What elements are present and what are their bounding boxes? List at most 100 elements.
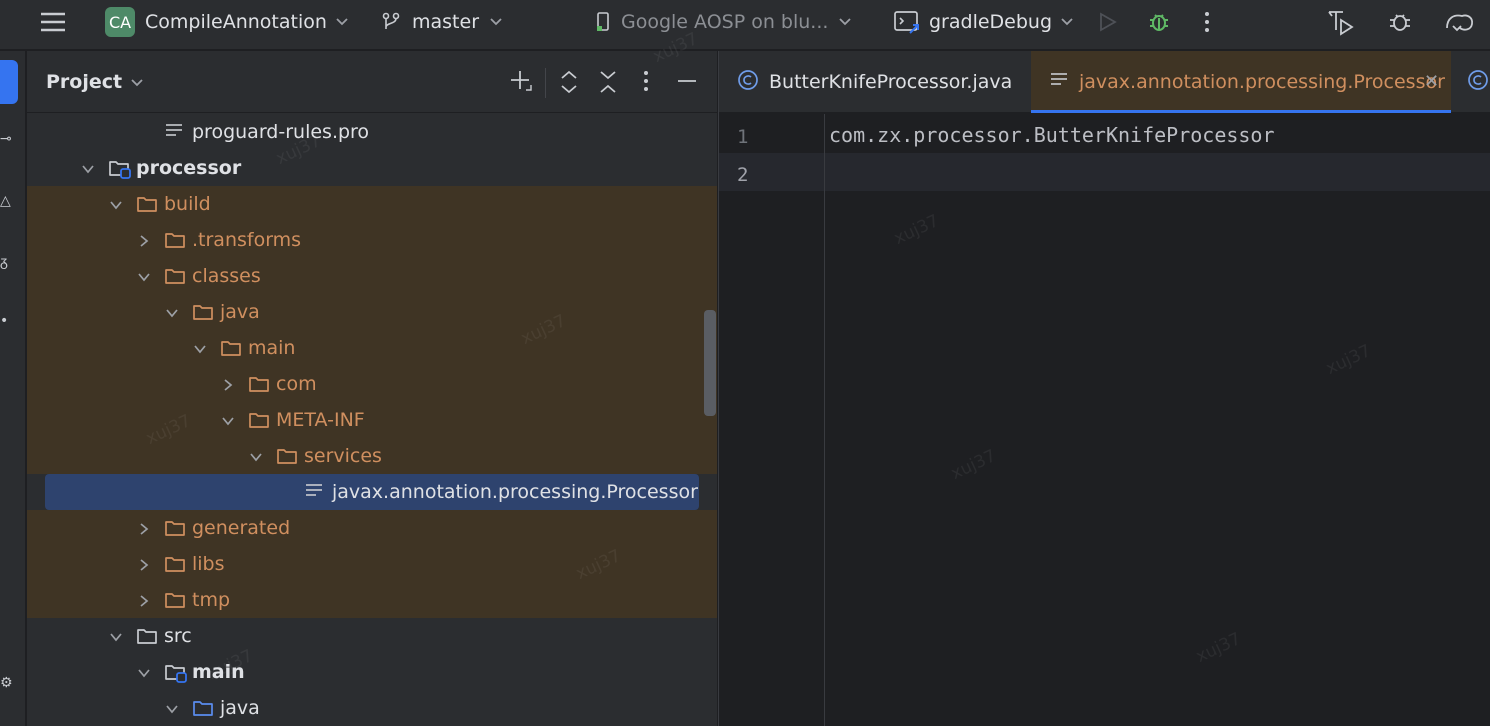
- tree-node-label: services: [304, 445, 382, 467]
- chevron-down-icon[interactable]: [164, 700, 180, 716]
- tree-node-generated[interactable]: generated: [27, 510, 717, 546]
- chevron-down-icon: [489, 17, 503, 27]
- hide-panel-icon[interactable]: [676, 69, 698, 98]
- code-with-me-icon[interactable]: [1326, 0, 1356, 44]
- header-divider: [545, 68, 546, 98]
- excluded-folder-icon: [164, 554, 186, 574]
- chevron-down-icon[interactable]: [192, 340, 208, 356]
- tree-node-meta-inf[interactable]: META-INF: [27, 402, 717, 438]
- tree-node-main[interactable]: main: [27, 654, 717, 690]
- editor-tab-bar: ButterKnifeProcessor.java javax.annotati…: [719, 51, 1490, 113]
- chevron-down-icon: [1060, 17, 1074, 27]
- tree-node-label: javax.annotation.processing.Processor: [332, 481, 698, 503]
- chevron-right-icon[interactable]: [136, 556, 152, 572]
- tree-node-java[interactable]: java: [27, 294, 717, 330]
- tree-node-transforms[interactable]: .transforms: [27, 222, 717, 258]
- debug-icon[interactable]: [1146, 0, 1172, 44]
- chevron-right-icon[interactable]: [136, 520, 152, 536]
- run-config-name: gradleDebug: [929, 11, 1053, 33]
- tree-node-main[interactable]: main: [27, 330, 717, 366]
- vcs-branch-widget[interactable]: master: [380, 0, 503, 44]
- branch-name: master: [412, 11, 480, 33]
- excluded-folder-icon: [192, 302, 214, 322]
- tree-node-src[interactable]: src: [27, 618, 717, 654]
- class-icon: [737, 69, 759, 96]
- excluded-folder-icon: [164, 590, 186, 610]
- build-tool-icon[interactable]: △: [0, 193, 14, 209]
- gradle-config-icon: [893, 9, 921, 35]
- project-panel-title: Project: [46, 71, 123, 93]
- project-switcher[interactable]: CompileAnnotation: [145, 0, 349, 44]
- tree-node-tmp[interactable]: tmp: [27, 582, 717, 618]
- tree-node-label: main: [192, 661, 245, 683]
- active-tab-indicator: [1031, 110, 1451, 113]
- code-line[interactable]: com.zx.processor.ButterKnifeProcessor: [829, 123, 1275, 147]
- tab-overflow-class[interactable]: [1467, 51, 1489, 113]
- project-badge[interactable]: CA: [105, 7, 135, 37]
- pull-requests-tool-icon[interactable]: ᵹ: [0, 253, 14, 270]
- chevron-down-icon[interactable]: [248, 448, 264, 464]
- tree-node-label: libs: [192, 553, 225, 575]
- text-file-icon: [1049, 71, 1069, 94]
- source-folder-icon: [192, 698, 214, 718]
- tree-node-label: META-INF: [276, 409, 365, 431]
- tree-node-classes[interactable]: classes: [27, 258, 717, 294]
- options-icon[interactable]: [641, 69, 651, 98]
- tree-node-label: build: [164, 193, 211, 215]
- line-number: 2: [737, 164, 749, 186]
- tree-node-com[interactable]: com: [27, 366, 717, 402]
- main-menu-icon[interactable]: [38, 0, 68, 44]
- tree-node-label: classes: [192, 265, 261, 287]
- tree-node-label: java: [220, 301, 260, 323]
- tab-label: javax.annotation.processing.Processor: [1079, 71, 1445, 93]
- excluded-folder-icon: [164, 266, 186, 286]
- tree-node-label: generated: [192, 517, 291, 539]
- tab-butterknife-processor[interactable]: ButterKnifeProcessor.java: [737, 51, 1012, 113]
- chevron-down-icon[interactable]: [220, 412, 236, 428]
- project-tool-button[interactable]: [0, 60, 18, 104]
- chevron-down-icon: [335, 17, 349, 27]
- chevron-down-icon[interactable]: [80, 160, 96, 176]
- line-number-gutter[interactable]: 1 2: [719, 114, 825, 726]
- tree-node-processor[interactable]: processor: [27, 150, 717, 186]
- device-selector[interactable]: Google AOSP on blu...: [595, 0, 852, 44]
- settings-gear-icon[interactable]: ⚙: [0, 675, 14, 691]
- chevron-down-icon[interactable]: [108, 628, 124, 644]
- collapse-all-icon[interactable]: [598, 69, 618, 100]
- module-folder-icon: [108, 158, 131, 179]
- tab-processor-services-file[interactable]: javax.annotation.processing.Processor ✕: [1031, 51, 1451, 113]
- close-icon[interactable]: ✕: [1424, 71, 1439, 92]
- tree-node-javax-annotation-processing-processor[interactable]: javax.annotation.processing.Processor: [45, 474, 699, 510]
- excluded-folder-icon: [248, 410, 270, 430]
- tree-node-services[interactable]: services: [27, 438, 717, 474]
- chevron-down-icon[interactable]: [108, 196, 124, 212]
- excluded-folder-icon: [220, 338, 242, 358]
- tree-node-libs[interactable]: libs: [27, 546, 717, 582]
- tree-node-build[interactable]: build: [27, 186, 717, 222]
- project-name: CompileAnnotation: [145, 11, 327, 33]
- excluded-folder-icon: [136, 194, 158, 214]
- chevron-right-icon[interactable]: [136, 592, 152, 608]
- add-icon[interactable]: [509, 69, 533, 98]
- commit-tool-icon[interactable]: ⊸: [0, 131, 14, 147]
- tree-scrollbar[interactable]: [704, 310, 716, 416]
- chevron-down-icon[interactable]: [136, 268, 152, 284]
- search-bug-icon[interactable]: [1386, 0, 1416, 44]
- editor-area: ButterKnifeProcessor.java javax.annotati…: [718, 51, 1490, 726]
- chevron-down-icon[interactable]: [136, 664, 152, 680]
- run-configuration-selector[interactable]: gradleDebug: [893, 0, 1074, 44]
- tree-node-java[interactable]: java: [27, 690, 717, 726]
- chevron-down-icon[interactable]: [164, 304, 180, 320]
- device-name: Google AOSP on blu...: [621, 11, 829, 33]
- chevron-right-icon[interactable]: [220, 376, 236, 392]
- more-actions-icon[interactable]: [1202, 0, 1212, 44]
- sync-gradle-icon[interactable]: [1444, 0, 1476, 44]
- run-icon[interactable]: [1096, 0, 1118, 44]
- project-view-dropdown[interactable]: Project: [46, 71, 144, 93]
- expand-all-icon[interactable]: [559, 69, 579, 100]
- current-line-highlight: [719, 153, 1490, 191]
- excluded-folder-icon: [164, 518, 186, 538]
- tree-node-proguard-rules-pro[interactable]: proguard-rules.pro: [27, 114, 717, 150]
- chevron-right-icon[interactable]: [136, 232, 152, 248]
- more-tools-icon[interactable]: •: [0, 313, 14, 329]
